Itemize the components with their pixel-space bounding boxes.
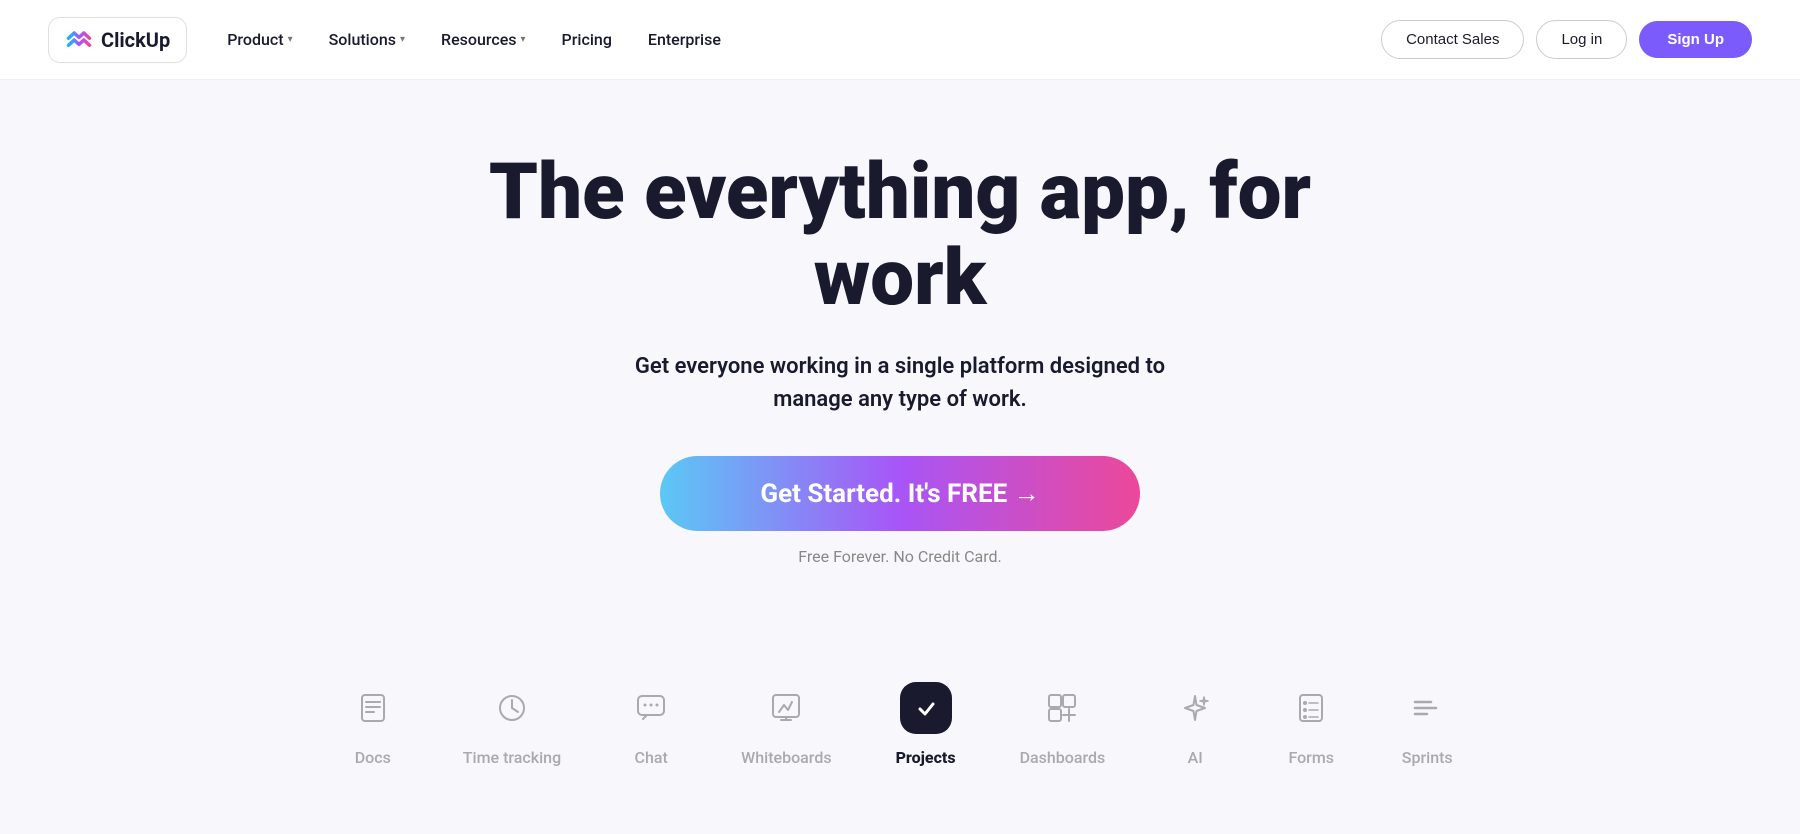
tab-docs-label: Docs [355,748,391,767]
hero-section: The everything app, for work Get everyon… [0,80,1800,666]
hero-note: Free Forever. No Credit Card. [798,547,1002,566]
whiteboards-icon-container [760,682,812,734]
chat-icon-container [625,682,677,734]
nav-product[interactable]: Product ▾ [211,22,308,57]
dashboards-icon-container [1036,682,1088,734]
docs-icon [357,692,389,724]
tab-whiteboards-label: Whiteboards [741,748,831,767]
chat-icon [635,692,667,724]
chevron-down-icon: ▾ [521,34,526,45]
get-started-button[interactable]: Get Started. It's FREE → [660,456,1140,531]
projects-icon-container [900,682,952,734]
nav-enterprise[interactable]: Enterprise [632,22,737,57]
logo-text: ClickUp [101,28,170,52]
chevron-down-icon: ▾ [288,34,293,45]
tab-chat[interactable]: Chat [593,666,709,783]
feature-tabs: Docs Time tracking Chat [0,666,1800,783]
chevron-down-icon: ▾ [400,34,405,45]
time-tracking-icon-container [486,682,538,734]
nav-pricing[interactable]: Pricing [546,22,628,57]
nav-resources[interactable]: Resources ▾ [425,22,542,57]
hero-subtitle: Get everyone working in a single platfor… [620,350,1180,416]
tab-sprints-label: Sprints [1402,748,1453,767]
sprints-icon [1411,692,1443,724]
clock-icon [496,692,528,724]
whiteboard-icon [770,692,802,724]
nav-solutions[interactable]: Solutions ▾ [313,22,421,57]
tab-sprints[interactable]: Sprints [1369,666,1485,783]
tab-ai-label: AI [1188,748,1203,767]
tab-time-tracking-label: Time tracking [463,748,561,767]
tab-projects[interactable]: Projects [864,666,988,783]
tab-projects-label: Projects [896,748,956,767]
tab-time-tracking[interactable]: Time tracking [431,666,593,783]
logo[interactable]: ClickUp [48,17,187,63]
dashboards-icon [1046,692,1078,724]
forms-icon [1295,692,1327,724]
navbar-left: ClickUp Product ▾ Solutions ▾ Resources … [48,17,737,63]
login-button[interactable]: Log in [1536,20,1627,59]
ai-icon-container [1169,682,1221,734]
tab-forms[interactable]: Forms [1253,666,1369,783]
sparkle-icon [1179,692,1211,724]
hero-title: The everything app, for work [450,150,1350,322]
tab-dashboards-label: Dashboards [1020,748,1106,767]
contact-sales-button[interactable]: Contact Sales [1381,20,1524,59]
tab-docs[interactable]: Docs [315,666,431,783]
tab-whiteboards[interactable]: Whiteboards [709,666,863,783]
sprints-icon-container [1401,682,1453,734]
tab-forms-label: Forms [1288,748,1334,767]
forms-icon-container [1285,682,1337,734]
navbar-right: Contact Sales Log in Sign Up [1381,20,1752,59]
tab-dashboards[interactable]: Dashboards [988,666,1138,783]
tab-chat-label: Chat [635,748,668,767]
projects-icon [910,692,942,724]
signup-button[interactable]: Sign Up [1639,21,1752,58]
tab-ai[interactable]: AI [1137,666,1253,783]
docs-icon-container [347,682,399,734]
clickup-logo-icon [65,26,93,54]
navbar-nav: Product ▾ Solutions ▾ Resources ▾ Pricin… [211,22,737,57]
navbar: ClickUp Product ▾ Solutions ▾ Resources … [0,0,1800,80]
